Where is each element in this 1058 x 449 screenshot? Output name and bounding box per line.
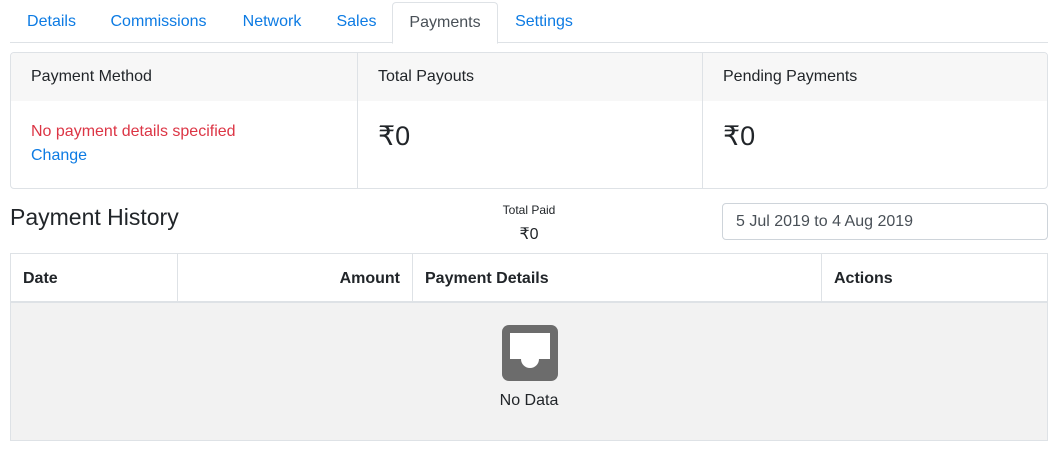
payment-history-table: Date Amount Payment Details Actions No D… — [10, 253, 1048, 441]
tab-commissions[interactable]: Commissions — [96, 2, 221, 43]
total-paid-value: ₹0 — [519, 226, 539, 243]
column-header-payment-details[interactable]: Payment Details — [412, 254, 821, 301]
tab-network[interactable]: Network — [228, 2, 316, 43]
pending-payments-heading: Pending Payments — [703, 53, 1047, 101]
pending-payments-column: Pending Payments ₹0 — [702, 53, 1047, 188]
total-payouts-value: ₹0 — [378, 121, 411, 151]
pending-payments-value: ₹0 — [723, 121, 756, 151]
payment-method-column: Payment Method No payment details specif… — [11, 53, 357, 188]
tab-sales[interactable]: Sales — [322, 2, 391, 43]
total-payouts-column: Total Payouts ₹0 — [357, 53, 702, 188]
total-payouts-heading: Total Payouts — [358, 53, 702, 101]
column-header-actions[interactable]: Actions — [821, 254, 1047, 301]
tab-details[interactable]: Details — [14, 2, 89, 43]
payment-method-heading: Payment Method — [11, 53, 357, 101]
payment-summary-card: Payment Method No payment details specif… — [10, 52, 1048, 189]
payment-history-title: Payment History — [10, 204, 179, 230]
total-paid-label: Total Paid — [502, 203, 556, 217]
change-payment-method-link[interactable]: Change — [31, 147, 87, 165]
no-data-text: No Data — [499, 392, 559, 409]
tab-settings[interactable]: Settings — [502, 2, 586, 43]
table-body-empty: No Data — [11, 303, 1047, 440]
tab-bar: Details Commissions Network Sales Paymen… — [10, 0, 1048, 44]
column-header-amount[interactable]: Amount — [177, 254, 412, 301]
table-header: Date Amount Payment Details Actions — [11, 254, 1047, 303]
no-payment-details-warning: No payment details specified — [31, 123, 236, 140]
tab-payments[interactable]: Payments — [392, 2, 498, 44]
column-header-date[interactable]: Date — [11, 254, 177, 301]
inbox-icon — [502, 325, 558, 381]
date-range-input[interactable]: 5 Jul 2019 to 4 Aug 2019 — [722, 203, 1048, 240]
